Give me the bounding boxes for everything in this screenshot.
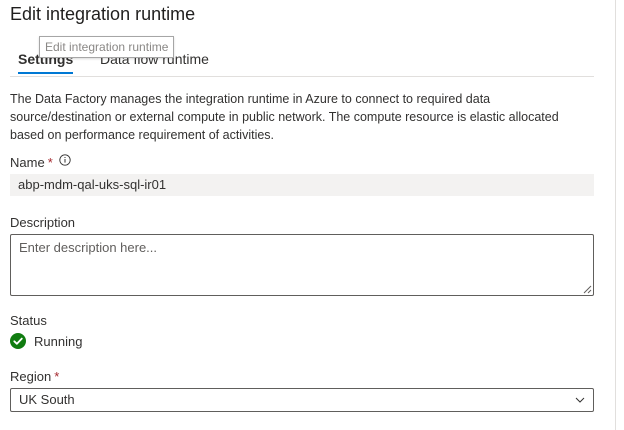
region-label-row: Region * [10,369,59,384]
required-marker: * [47,155,53,170]
title-tooltip: Edit integration runtime [39,36,175,58]
name-label: Name [10,155,45,170]
right-panel-border [615,0,616,430]
name-label-row: Name * [10,154,72,170]
status-row: Running [10,332,82,350]
status-value: Running [34,333,83,349]
panel-title: Edit integration runtime [10,4,196,24]
info-icon[interactable] [59,154,72,166]
check-circle-icon [10,333,26,349]
chevron-down-icon [575,397,585,403]
description-text: The Data Factory manages the integration… [10,92,559,142]
required-marker: * [54,369,60,384]
description-label: Description [10,215,76,230]
description-input[interactable] [10,234,594,296]
region-label: Region [10,369,52,384]
resize-grip-icon[interactable] [582,284,592,294]
region-value: UK South [19,392,75,407]
name-field[interactable]: abp-mdm-qal-uks-sql-ir01 [10,174,594,196]
status-label: Status [10,313,47,328]
region-select[interactable]: UK South [10,388,594,412]
